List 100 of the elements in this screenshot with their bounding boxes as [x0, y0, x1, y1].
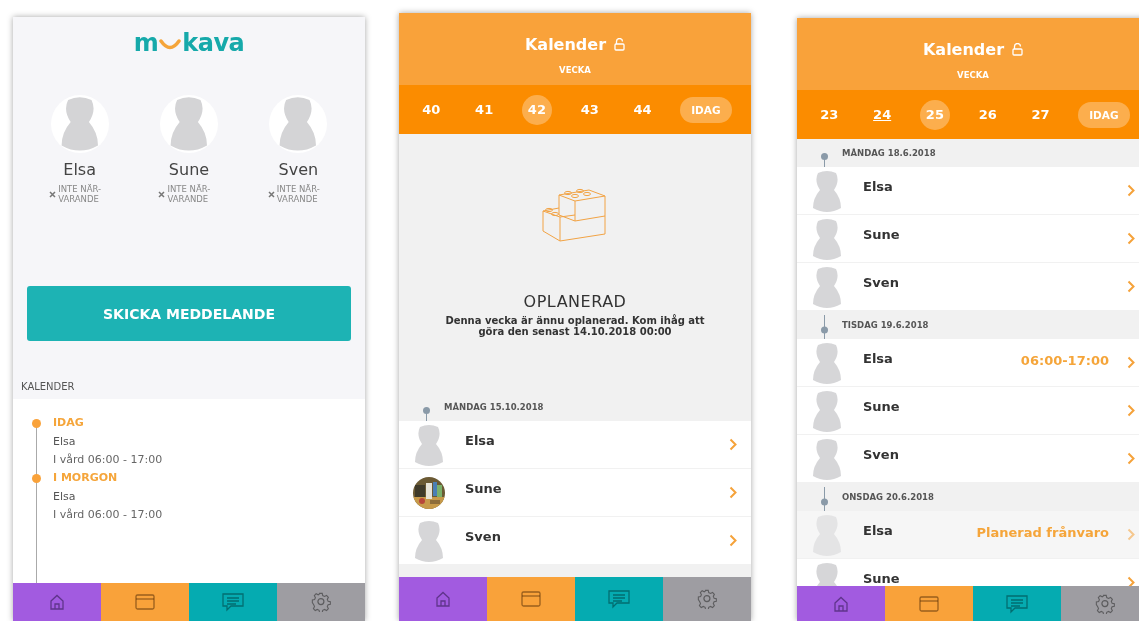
nav-tab[interactable]: [487, 577, 575, 621]
avatar-silhouette[interactable]: [50, 95, 109, 153]
chat-icon: [221, 592, 245, 612]
lock-icon[interactable]: [1012, 43, 1024, 56]
day-date: TISDAG 19.6.2018: [842, 320, 929, 330]
child-name: Sune: [168, 159, 210, 181]
nav-tab[interactable]: [575, 577, 663, 621]
child-row[interactable]: Elsa: [399, 421, 751, 468]
section-heading: KALENDER: [21, 381, 75, 392]
timeline-marker: [821, 315, 828, 339]
presence-status: INTE NÄR-VARANDE: [167, 184, 212, 204]
home-icon: [48, 593, 66, 611]
care-time: I vård 06:00 - 17:00: [53, 508, 164, 521]
screen-title: Kalender: [922, 40, 1005, 59]
child-name: Sune: [465, 481, 503, 498]
timeline-marker: [821, 487, 828, 511]
week-tab[interactable]: 25: [919, 99, 950, 130]
child-row[interactable]: Sune: [399, 469, 751, 516]
child-row[interactable]: Sven: [797, 263, 1139, 310]
nav-tab[interactable]: [189, 583, 277, 621]
today-button[interactable]: IDAG: [1078, 101, 1130, 128]
nav-tab[interactable]: [973, 586, 1061, 621]
week-tab[interactable]: 40: [416, 94, 447, 125]
child-name: Sven: [863, 447, 900, 464]
child-name: Elsa: [63, 159, 96, 181]
day-label: I MORGON: [53, 471, 119, 485]
nav-tab[interactable]: [277, 583, 365, 621]
child-name: Sune: [863, 227, 901, 244]
timeline-marker: [821, 153, 828, 167]
child-row[interactable]: Sven: [797, 435, 1139, 482]
settings-icon: [697, 589, 717, 609]
child-name: Elsa: [863, 351, 894, 368]
nav-tab[interactable]: [1061, 586, 1139, 621]
week-tab[interactable]: 44: [627, 94, 658, 125]
child-row[interactable]: Sven: [399, 517, 751, 564]
avatar-silhouette[interactable]: [160, 95, 218, 153]
calendar-icon: [918, 594, 940, 613]
child-row[interactable]: Elsa Planerad frånvaro: [797, 511, 1139, 558]
chevron-right-icon: [729, 534, 737, 547]
today-button[interactable]: IDAG: [680, 96, 732, 123]
week-label: VECKA: [559, 65, 591, 75]
week-tab[interactable]: 27: [1025, 99, 1056, 130]
child-row[interactable]: Elsa 06:00-17:00: [797, 339, 1139, 386]
empty-state-message: Denna vecka är ännu oplanerad. Kom ihåg att göra den senast 14.10.2018 00:00: [444, 315, 706, 337]
child-row[interactable]: Sune: [797, 215, 1139, 262]
week-tab[interactable]: 42: [521, 94, 552, 125]
nav-tab[interactable]: [797, 586, 885, 621]
calendar-icon: [520, 590, 542, 608]
home-icon: [434, 590, 452, 608]
lock-icon[interactable]: [614, 38, 626, 51]
child-name: Elsa: [863, 179, 894, 196]
week-label: VECKA: [957, 70, 989, 80]
cross-icon: [49, 190, 57, 198]
presence-status: INTE NÄR-VARANDE: [276, 184, 321, 204]
care-status: 06:00-17:00: [1020, 353, 1109, 370]
week-tab[interactable]: 41: [469, 94, 500, 125]
child-name: Elsa: [465, 433, 496, 450]
child-row[interactable]: Sune: [797, 387, 1139, 434]
day-date: MÅNDAG 18.6.2018: [842, 148, 936, 158]
care-status: Planerad frånvaro: [976, 525, 1109, 542]
nav-tab[interactable]: [885, 586, 973, 621]
chevron-right-icon: [1127, 280, 1135, 293]
chevron-right-icon: [1127, 184, 1135, 197]
nav-tab[interactable]: [663, 577, 751, 621]
chat-icon: [607, 589, 631, 609]
week-tab[interactable]: 43: [574, 94, 605, 125]
settings-icon: [1095, 593, 1115, 614]
child-name: Elsa: [863, 523, 894, 540]
day-date: MÅNDAG 15.10.2018: [444, 402, 544, 412]
child-name: Sven: [465, 529, 502, 546]
week-tab[interactable]: 23: [814, 99, 845, 130]
day-label: IDAG: [53, 416, 85, 430]
child-name: Sune: [863, 571, 901, 586]
chevron-right-icon: [1127, 452, 1135, 465]
home-icon: [832, 594, 850, 613]
chevron-right-icon: [1127, 232, 1135, 245]
calendar-icon: [134, 593, 156, 611]
week-tab[interactable]: 24: [867, 99, 898, 130]
child-name: Elsa: [53, 435, 77, 448]
child-row[interactable]: Elsa: [797, 167, 1139, 214]
timeline-dot: [32, 419, 41, 428]
send-message-button[interactable]: SKICKA MEDDELANDE: [27, 286, 351, 341]
day-date: ONSDAG 20.6.2018: [842, 492, 934, 502]
timeline-marker: [423, 407, 430, 421]
week-tab[interactable]: 26: [972, 99, 1003, 130]
cross-icon: [158, 190, 166, 198]
empty-state-title: OPLANERAD: [523, 292, 627, 311]
presence-status: INTE NÄR-VARANDE: [58, 184, 103, 204]
nav-tab[interactable]: [101, 583, 189, 621]
chevron-right-icon: [1127, 576, 1135, 586]
avatar-silhouette[interactable]: [269, 95, 328, 153]
child-name: Elsa: [53, 490, 77, 503]
child-row[interactable]: Sune: [797, 559, 1139, 586]
nav-tab[interactable]: [13, 583, 101, 621]
chevron-right-icon: [1127, 356, 1135, 369]
chevron-right-icon: [1127, 528, 1135, 541]
nav-tab[interactable]: [399, 577, 487, 621]
chevron-right-icon: [729, 438, 737, 451]
screen-title: Kalender: [524, 35, 607, 54]
child-name: Sune: [863, 399, 901, 416]
